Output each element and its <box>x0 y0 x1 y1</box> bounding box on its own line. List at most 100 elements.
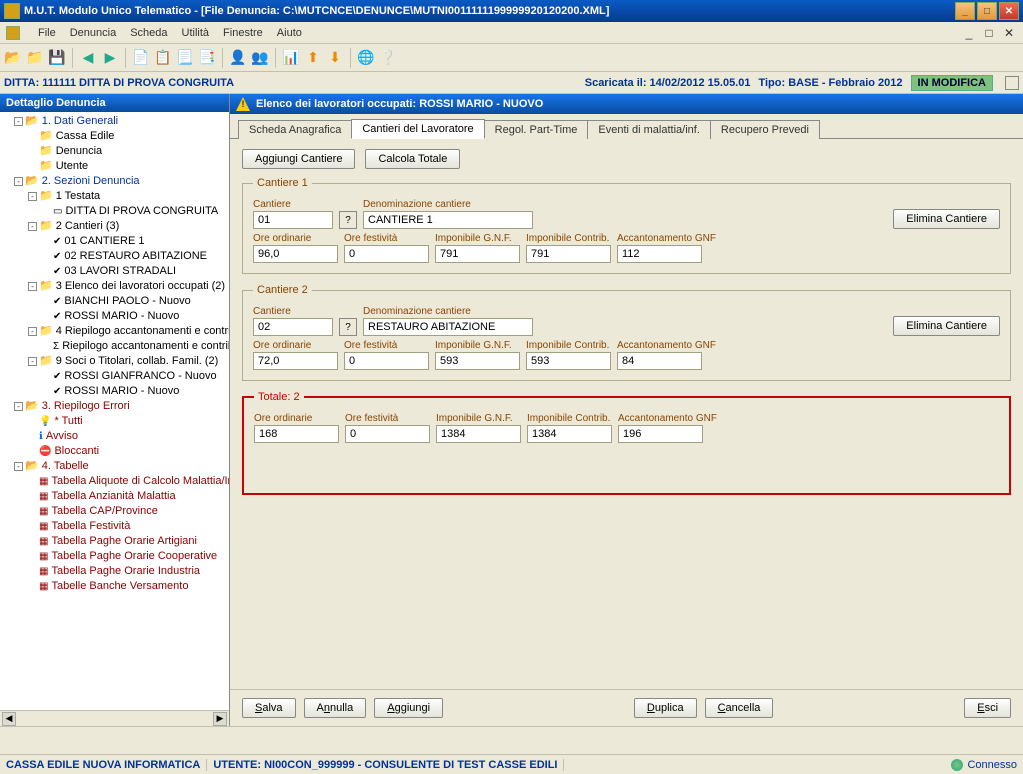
menu-file[interactable]: File <box>38 27 56 39</box>
cancella-button[interactable]: Cancella <box>705 698 774 718</box>
minimize-button[interactable]: _ <box>955 2 975 20</box>
tree-utente[interactable]: 📁Utente <box>39 159 88 174</box>
input-c1-ore-ord[interactable] <box>253 245 338 263</box>
tree-tab-cooperative[interactable]: ▦ Tabella Paghe Orarie Cooperative <box>39 549 217 564</box>
tb-folder-icon[interactable]: 📁 <box>26 49 44 67</box>
tree-riepilogo-leaf[interactable]: Σ Riepilogo accantonamenti e contributi <box>53 339 229 354</box>
elimina-cantiere-1-button[interactable]: Elimina Cantiere <box>893 209 1000 229</box>
input-c2-acc-gnf[interactable] <box>617 352 702 370</box>
input-c2-ore-ord[interactable] <box>253 352 338 370</box>
input-c1-imp-gnf[interactable] <box>435 245 520 263</box>
calcola-totale-button[interactable]: Calcola Totale <box>365 149 460 169</box>
close-button[interactable]: ✕ <box>999 2 1019 20</box>
tree-riepilogo-errori[interactable]: 📂3. Riepilogo Errori <box>25 399 130 414</box>
menu-utilita[interactable]: Utilità <box>182 27 210 39</box>
menu-scheda[interactable]: Scheda <box>130 27 167 39</box>
tree-bianchi-paolo[interactable]: ✔ BIANCHI PAOLO - Nuovo <box>53 294 191 309</box>
tree-riepilogo-acc[interactable]: 📁4 Riepilogo accantonamenti e contributi <box>39 324 229 339</box>
input-cantiere-1-denom[interactable] <box>363 211 533 229</box>
tb-doc2-icon[interactable]: 📋 <box>154 49 172 67</box>
input-tot-ore-ord[interactable] <box>254 425 339 443</box>
tree-bloccanti[interactable]: ⛔ Bloccanti <box>39 444 99 459</box>
tab-eventi-malattia[interactable]: Eventi di malattia/inf. <box>587 120 711 139</box>
tb-user-icon[interactable]: 👤 <box>229 49 247 67</box>
toggle-icon[interactable]: - <box>28 222 37 231</box>
mdi-minimize[interactable]: _ <box>961 26 977 40</box>
tb-globe-icon[interactable]: 🌐 <box>357 49 375 67</box>
scroll-right-icon[interactable]: ▶ <box>213 712 227 726</box>
lookup-cantiere-1-button[interactable]: ? <box>339 211 357 229</box>
tb-forward-icon[interactable]: ▶ <box>101 49 119 67</box>
input-c1-acc-gnf[interactable] <box>617 245 702 263</box>
tb-back-icon[interactable]: ◀ <box>79 49 97 67</box>
input-c2-ore-fest[interactable] <box>344 352 429 370</box>
tree-h-scrollbar[interactable]: ◀ ▶ <box>0 710 229 726</box>
tree-rossi-mario[interactable]: ✔ ROSSI MARIO - Nuovo <box>53 309 179 324</box>
toggle-icon[interactable]: - <box>14 462 23 471</box>
tree-tab-industria[interactable]: ▦ Tabella Paghe Orarie Industria <box>39 564 200 579</box>
tree[interactable]: -📂1. Dati Generali 📁Cassa Edile 📁Denunci… <box>0 112 229 710</box>
tb-up-icon[interactable]: ⬆ <box>304 49 322 67</box>
esci-button[interactable]: Esci <box>964 698 1011 718</box>
scroll-left-icon[interactable]: ◀ <box>2 712 16 726</box>
tb-doc4-icon[interactable]: 📑 <box>198 49 216 67</box>
annulla-button[interactable]: Annulla <box>304 698 367 718</box>
duplica-button[interactable]: Duplica <box>634 698 697 718</box>
input-tot-imp-contr[interactable] <box>527 425 612 443</box>
tree-tabelle[interactable]: 📂4. Tabelle <box>25 459 89 474</box>
tree-dati-generali[interactable]: 📂1. Dati Generali <box>25 114 118 129</box>
input-tot-imp-gnf[interactable] <box>436 425 521 443</box>
input-cantiere-2-num[interactable] <box>253 318 333 336</box>
tb-report-icon[interactable]: 📊 <box>282 49 300 67</box>
tab-scheda-anagrafica[interactable]: Scheda Anagrafica <box>238 120 352 139</box>
input-c2-imp-gnf[interactable] <box>435 352 520 370</box>
menu-finestre[interactable]: Finestre <box>223 27 263 39</box>
tree-cantiere-3[interactable]: ✔ 03 LAVORI STRADALI <box>53 264 176 279</box>
tree-cantiere-2[interactable]: ✔ 02 RESTAURO ABITAZIONE <box>53 249 207 264</box>
maximize-button[interactable]: □ <box>977 2 997 20</box>
tab-cantieri-lavoratore[interactable]: Cantieri del Lavoratore <box>351 119 484 139</box>
tree-cassa-edile[interactable]: 📁Cassa Edile <box>39 129 114 144</box>
aggiungi-button[interactable]: Aggiungi <box>374 698 443 718</box>
salva-button[interactable]: Salva <box>242 698 296 718</box>
tb-down-icon[interactable]: ⬇ <box>326 49 344 67</box>
tab-regol-parttime[interactable]: Regol. Part-Time <box>484 120 589 139</box>
tb-doc3-icon[interactable]: 📃 <box>176 49 194 67</box>
tree-rossi-gianfranco[interactable]: ✔ ROSSI GIANFRANCO - Nuovo <box>53 369 217 384</box>
input-c1-ore-fest[interactable] <box>344 245 429 263</box>
mdi-restore[interactable]: □ <box>981 26 997 40</box>
menu-aiuto[interactable]: Aiuto <box>277 27 302 39</box>
tb-doc1-icon[interactable]: 📄 <box>132 49 150 67</box>
tree-ditta-prova[interactable]: ▭ DITTA DI PROVA CONGRUITA <box>53 204 218 219</box>
input-cantiere-1-num[interactable] <box>253 211 333 229</box>
tree-tab-anzianita[interactable]: ▦ Tabella Anzianità Malattia <box>39 489 176 504</box>
input-c2-imp-contr[interactable] <box>526 352 611 370</box>
tb-help-icon[interactable]: ❔ <box>379 49 397 67</box>
aggiungi-cantiere-button[interactable]: Aggiungi Cantiere <box>242 149 355 169</box>
tree-sezioni-denuncia[interactable]: 📂2. Sezioni Denuncia <box>25 174 140 189</box>
input-c1-imp-contr[interactable] <box>526 245 611 263</box>
tree-elenco-lavoratori[interactable]: 📁3 Elenco dei lavoratori occupati (2) <box>39 279 225 294</box>
lookup-cantiere-2-button[interactable]: ? <box>339 318 357 336</box>
toggle-icon[interactable]: - <box>14 177 23 186</box>
tb-user2-icon[interactable]: 👥 <box>251 49 269 67</box>
toggle-icon[interactable]: - <box>14 117 23 126</box>
mdi-close[interactable]: ✕ <box>1001 26 1017 40</box>
tree-soci-titolari[interactable]: 📁9 Soci o Titolari, collab. Famil. (2) <box>39 354 218 369</box>
tree-cantieri[interactable]: 📁2 Cantieri (3) <box>39 219 119 234</box>
toggle-icon[interactable]: - <box>28 357 37 366</box>
tree-tab-artigiani[interactable]: ▦ Tabella Paghe Orarie Artigiani <box>39 534 197 549</box>
tab-recupero-prevedi[interactable]: Recupero Prevedi <box>710 120 820 139</box>
tree-rossi-mario-2[interactable]: ✔ ROSSI MARIO - Nuovo <box>53 384 179 399</box>
input-cantiere-2-denom[interactable] <box>363 318 533 336</box>
tree-denuncia[interactable]: 📁Denuncia <box>39 144 102 159</box>
tree-tab-cap[interactable]: ▦ Tabella CAP/Province <box>39 504 158 519</box>
tree-tab-banche[interactable]: ▦ Tabelle Banche Versamento <box>39 579 188 594</box>
tree-avviso[interactable]: ℹ Avviso <box>39 429 78 444</box>
tb-save-icon[interactable]: 💾 <box>48 49 66 67</box>
tree-tab-festivita[interactable]: ▦ Tabella Festività <box>39 519 130 534</box>
elimina-cantiere-2-button[interactable]: Elimina Cantiere <box>893 316 1000 336</box>
menu-denuncia[interactable]: Denuncia <box>70 27 116 39</box>
toggle-icon[interactable]: - <box>14 402 23 411</box>
input-tot-ore-fest[interactable] <box>345 425 430 443</box>
